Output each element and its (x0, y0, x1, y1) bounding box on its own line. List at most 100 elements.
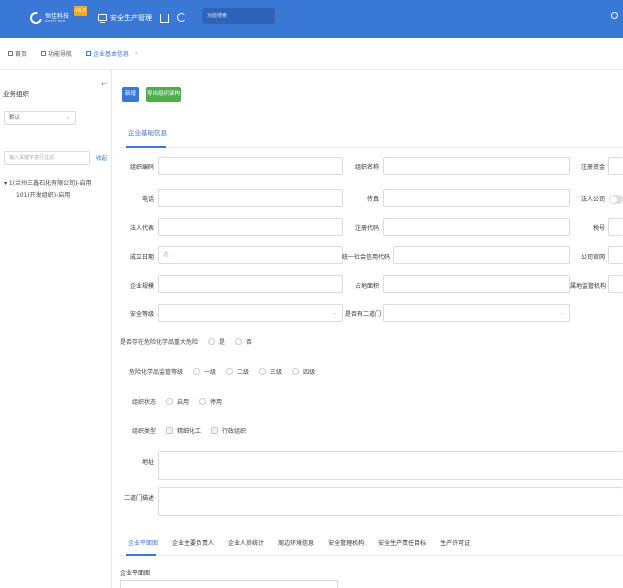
floor-plan-label: 企业平面图 (120, 570, 151, 577)
tab-environment[interactable]: 周边环境信息 (278, 538, 314, 547)
tab-principal[interactable]: 企业主要负责人 (172, 538, 214, 547)
tab-floor-plan[interactable]: 企业平面图 (128, 538, 158, 547)
radio-level-3[interactable] (259, 368, 267, 375)
legal-company-label: 法人公司 (580, 196, 605, 203)
legal-rep-label: 法人代表 (129, 225, 154, 232)
refresh-icon[interactable] (177, 13, 186, 22)
chem-level-label: 危险化学品监管等级 (129, 369, 184, 376)
floor-plan-upload[interactable] (120, 580, 338, 588)
radio-level-4[interactable] (292, 368, 300, 375)
company-url-input[interactable] (608, 246, 623, 264)
collapse-arrow-icon[interactable]: ← (101, 80, 107, 88)
safety-level-label: 安全等级 (129, 311, 154, 318)
radio-yes[interactable] (208, 338, 216, 345)
crumb-nav[interactable]: 功能导航 (41, 49, 72, 58)
page-icon (86, 51, 92, 56)
area-input[interactable] (383, 275, 570, 293)
org-status-label: 组织状态 (132, 399, 157, 406)
second-gate-label: 是否有二道门 (344, 311, 381, 318)
scale-label: 企业规模 (129, 283, 154, 290)
tab-basic-info[interactable]: 企业基础信息 (128, 127, 167, 137)
org-name-input[interactable] (383, 157, 570, 175)
org-code-label: 组织编码 (129, 164, 154, 171)
safety-level-select[interactable]: ⌄ (158, 304, 343, 322)
radio-level-1[interactable] (193, 368, 201, 375)
area-label: 占地面积 (354, 283, 379, 290)
address-textarea[interactable] (158, 451, 623, 480)
sidebar: ← 业务组织 默认 ⌄ 输入关键字进行过滤 收起 ▾ 1(兰州三鑫石化有限公司)… (0, 70, 112, 588)
tree-filter-input[interactable]: 输入关键字进行过滤 (4, 151, 90, 165)
radio-level-2[interactable] (226, 368, 234, 375)
org-code-input[interactable] (158, 157, 343, 175)
tree-node[interactable]: ▾ 1(兰州三鑫石化有限公司)-启用 (4, 178, 92, 190)
logo-subtext: SAFETY TECH (45, 18, 66, 23)
reg-code-label: 注册代码 (354, 225, 379, 232)
sidebar-title: 业务组织 (3, 90, 29, 98)
logo: 恒佳科技 SAFETY TECH (27, 9, 69, 27)
tax-no-input[interactable] (608, 218, 623, 236)
radio-no[interactable] (235, 338, 243, 345)
company-url-label: 公司官网 (580, 254, 605, 261)
address-label: 地址 (141, 459, 154, 466)
org-type-label: 组织类型 (132, 428, 157, 435)
legal-rep-input[interactable] (158, 218, 343, 236)
reg-capital-label: 注册资金 (580, 164, 605, 171)
tab-safety-org[interactable]: 安全管理机构 (328, 538, 364, 547)
home-icon[interactable] (160, 14, 169, 23)
version-badge: V6.0 (74, 6, 87, 16)
system-title[interactable]: 安全生产管理 (98, 13, 152, 23)
add-button[interactable]: 新增 (122, 87, 139, 102)
second-gate-desc-textarea[interactable] (158, 487, 623, 516)
sub-tab-bar: 企业平面图 企业主要负责人 企业人员统计 周边环境信息 安全管理机构 安全生产责… (128, 538, 470, 547)
reg-code-input[interactable] (383, 218, 570, 236)
tab-responsibility[interactable]: 安全生产责任目标 (378, 538, 426, 547)
phone-label: 电话 (141, 196, 154, 203)
tab-license[interactable]: 生产许可证 (440, 538, 470, 547)
chevron-down-icon: ⌄ (559, 310, 564, 316)
reg-capital-input[interactable] (608, 157, 623, 175)
page-icon (41, 51, 47, 56)
page-icon (8, 51, 13, 56)
major-hazard-group: 是否存在危险化学品重大危险 是 否 (120, 338, 253, 346)
org-name-label: 组织名称 (354, 164, 379, 171)
org-status-group: 组织状态 启用 停用 (132, 398, 223, 406)
radio-disabled[interactable] (199, 398, 207, 405)
credit-code-input[interactable] (393, 246, 570, 264)
tree-node[interactable]: 101(开发组织)-启用 (4, 190, 92, 202)
chevron-down-icon: ⌄ (65, 114, 71, 121)
fold-link[interactable]: 收起 (96, 154, 107, 162)
top-bar: 恒佳科技 SAFETY TECH V6.0 安全生产管理 功能搜索 (0, 0, 623, 38)
org-type-group: 组织类型 精细化工 行政组织 (132, 427, 247, 435)
checkbox-fine-chemical[interactable] (166, 427, 174, 434)
tab-staff-stats[interactable]: 企业人员统计 (228, 538, 264, 547)
legal-company-toggle[interactable] (609, 195, 623, 204)
close-tab-icon[interactable]: › (135, 50, 137, 57)
org-tree: ▾ 1(兰州三鑫石化有限公司)-启用 101(开发组织)-启用 (4, 178, 92, 202)
fax-label: 传真 (366, 196, 379, 203)
checkbox-admin-org[interactable] (211, 427, 219, 434)
supervisor-label: 属地监管机构 (570, 283, 607, 290)
radio-enabled[interactable] (166, 398, 174, 405)
system-title-label: 安全生产管理 (110, 13, 152, 22)
org-select[interactable]: 默认 ⌄ (4, 111, 76, 125)
search-icon[interactable] (611, 12, 618, 19)
export-org-button[interactable]: 导出组织架构 (146, 87, 181, 102)
crumb-company-info[interactable]: 企业基本信息 (86, 49, 129, 58)
found-date-label: 成立日期 (129, 254, 154, 261)
supervisor-input[interactable] (608, 275, 623, 293)
major-hazard-label: 是否存在危险化学品重大危险 (120, 339, 199, 346)
chevron-down-icon: ⌄ (332, 310, 337, 316)
chem-level-group: 危险化学品监管等级 一级 二级 三级 四级 (129, 368, 316, 376)
logo-icon (27, 9, 45, 27)
second-gate-select[interactable]: ⌄ (383, 304, 570, 322)
crumb-home[interactable]: 首页 (8, 49, 27, 58)
scale-input[interactable] (158, 275, 343, 293)
second-gate-desc-label: 二道门描述 (123, 495, 154, 502)
monitor-icon (98, 14, 107, 23)
fax-input[interactable] (383, 189, 570, 207)
breadcrumb: 首页 功能导航 企业基本信息 › (0, 38, 623, 70)
found-date-picker[interactable]: 选 (158, 246, 343, 264)
function-search-input[interactable]: 功能搜索 (202, 8, 275, 24)
phone-input[interactable] (158, 189, 343, 207)
tax-no-label: 税号 (592, 225, 605, 232)
